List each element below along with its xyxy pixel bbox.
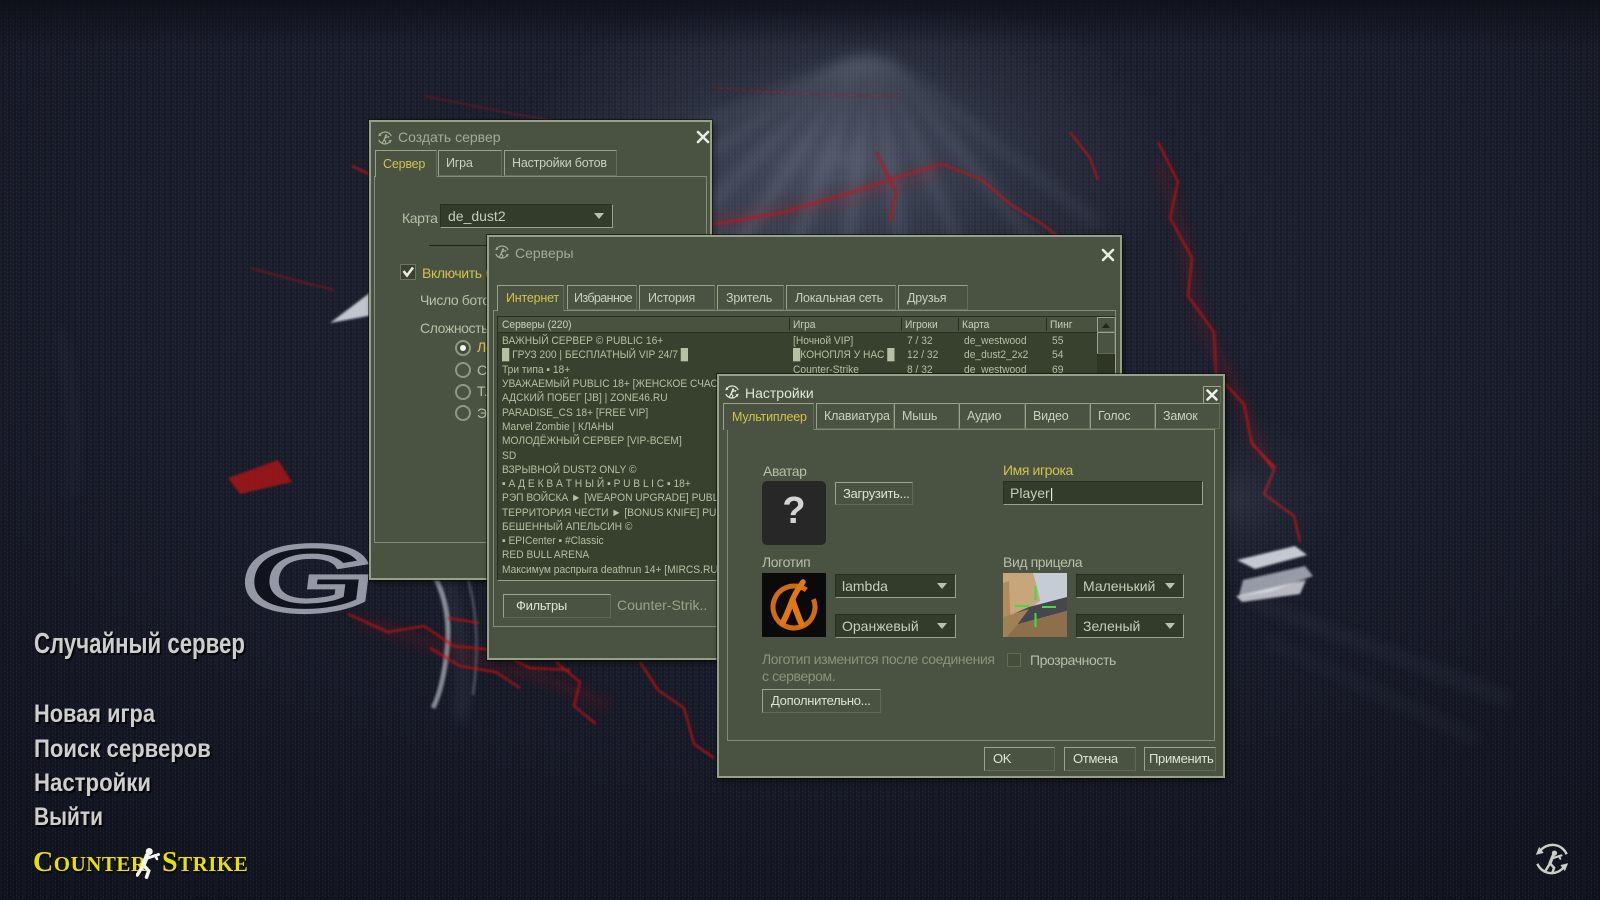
svg-text:G: G [236, 527, 380, 631]
